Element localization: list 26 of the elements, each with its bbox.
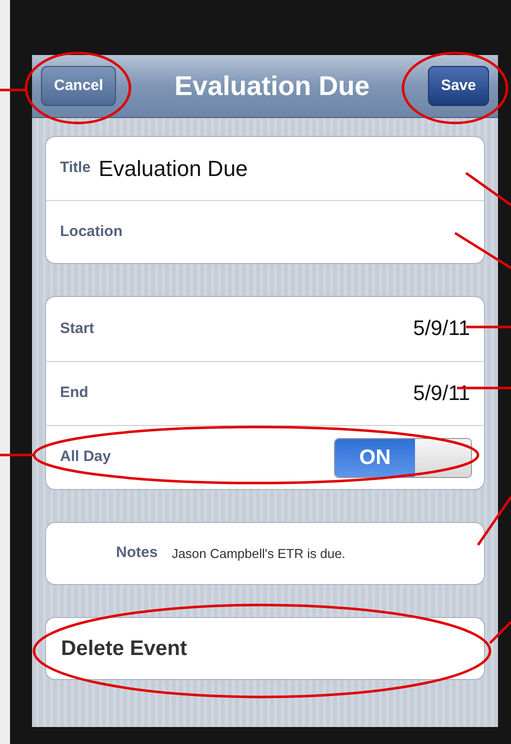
form-row[interactable]: Title Evaluation Due	[46, 137, 484, 200]
leader-line	[454, 232, 511, 270]
form-row[interactable]: Start 5/9/11	[46, 297, 484, 361]
field-label: All Day	[60, 447, 111, 468]
field-label: End	[60, 383, 88, 404]
leader-line	[465, 172, 511, 206]
save-button[interactable]: Save	[428, 66, 489, 106]
form-row[interactable]: End 5/9/11	[46, 361, 484, 425]
delete-event-button[interactable]: Delete Event	[45, 617, 485, 680]
cancel-button[interactable]: Cancel	[41, 66, 116, 106]
leader-line	[489, 621, 511, 644]
leader-line	[476, 496, 511, 546]
field-label: Location	[60, 222, 122, 242]
leader-line	[0, 454, 34, 456]
nav-title: Evaluation Due	[174, 70, 370, 103]
field-label: Start	[60, 318, 94, 339]
leader-line	[0, 88, 26, 92]
field-label: Notes	[116, 543, 158, 564]
date-value: 5/9/11	[413, 380, 470, 407]
field-label: Title	[60, 158, 91, 178]
all-day-switch[interactable]: ON	[334, 438, 472, 478]
date-value: 5/9/11	[413, 316, 470, 342]
notes-card[interactable]: Notes Jason Campbell's ETR is due.	[45, 522, 485, 585]
notes-text: Jason Campbell's ETR is due.	[172, 544, 346, 563]
form-row[interactable]: Location	[46, 200, 484, 263]
field-value: Evaluation Due	[98, 155, 248, 183]
